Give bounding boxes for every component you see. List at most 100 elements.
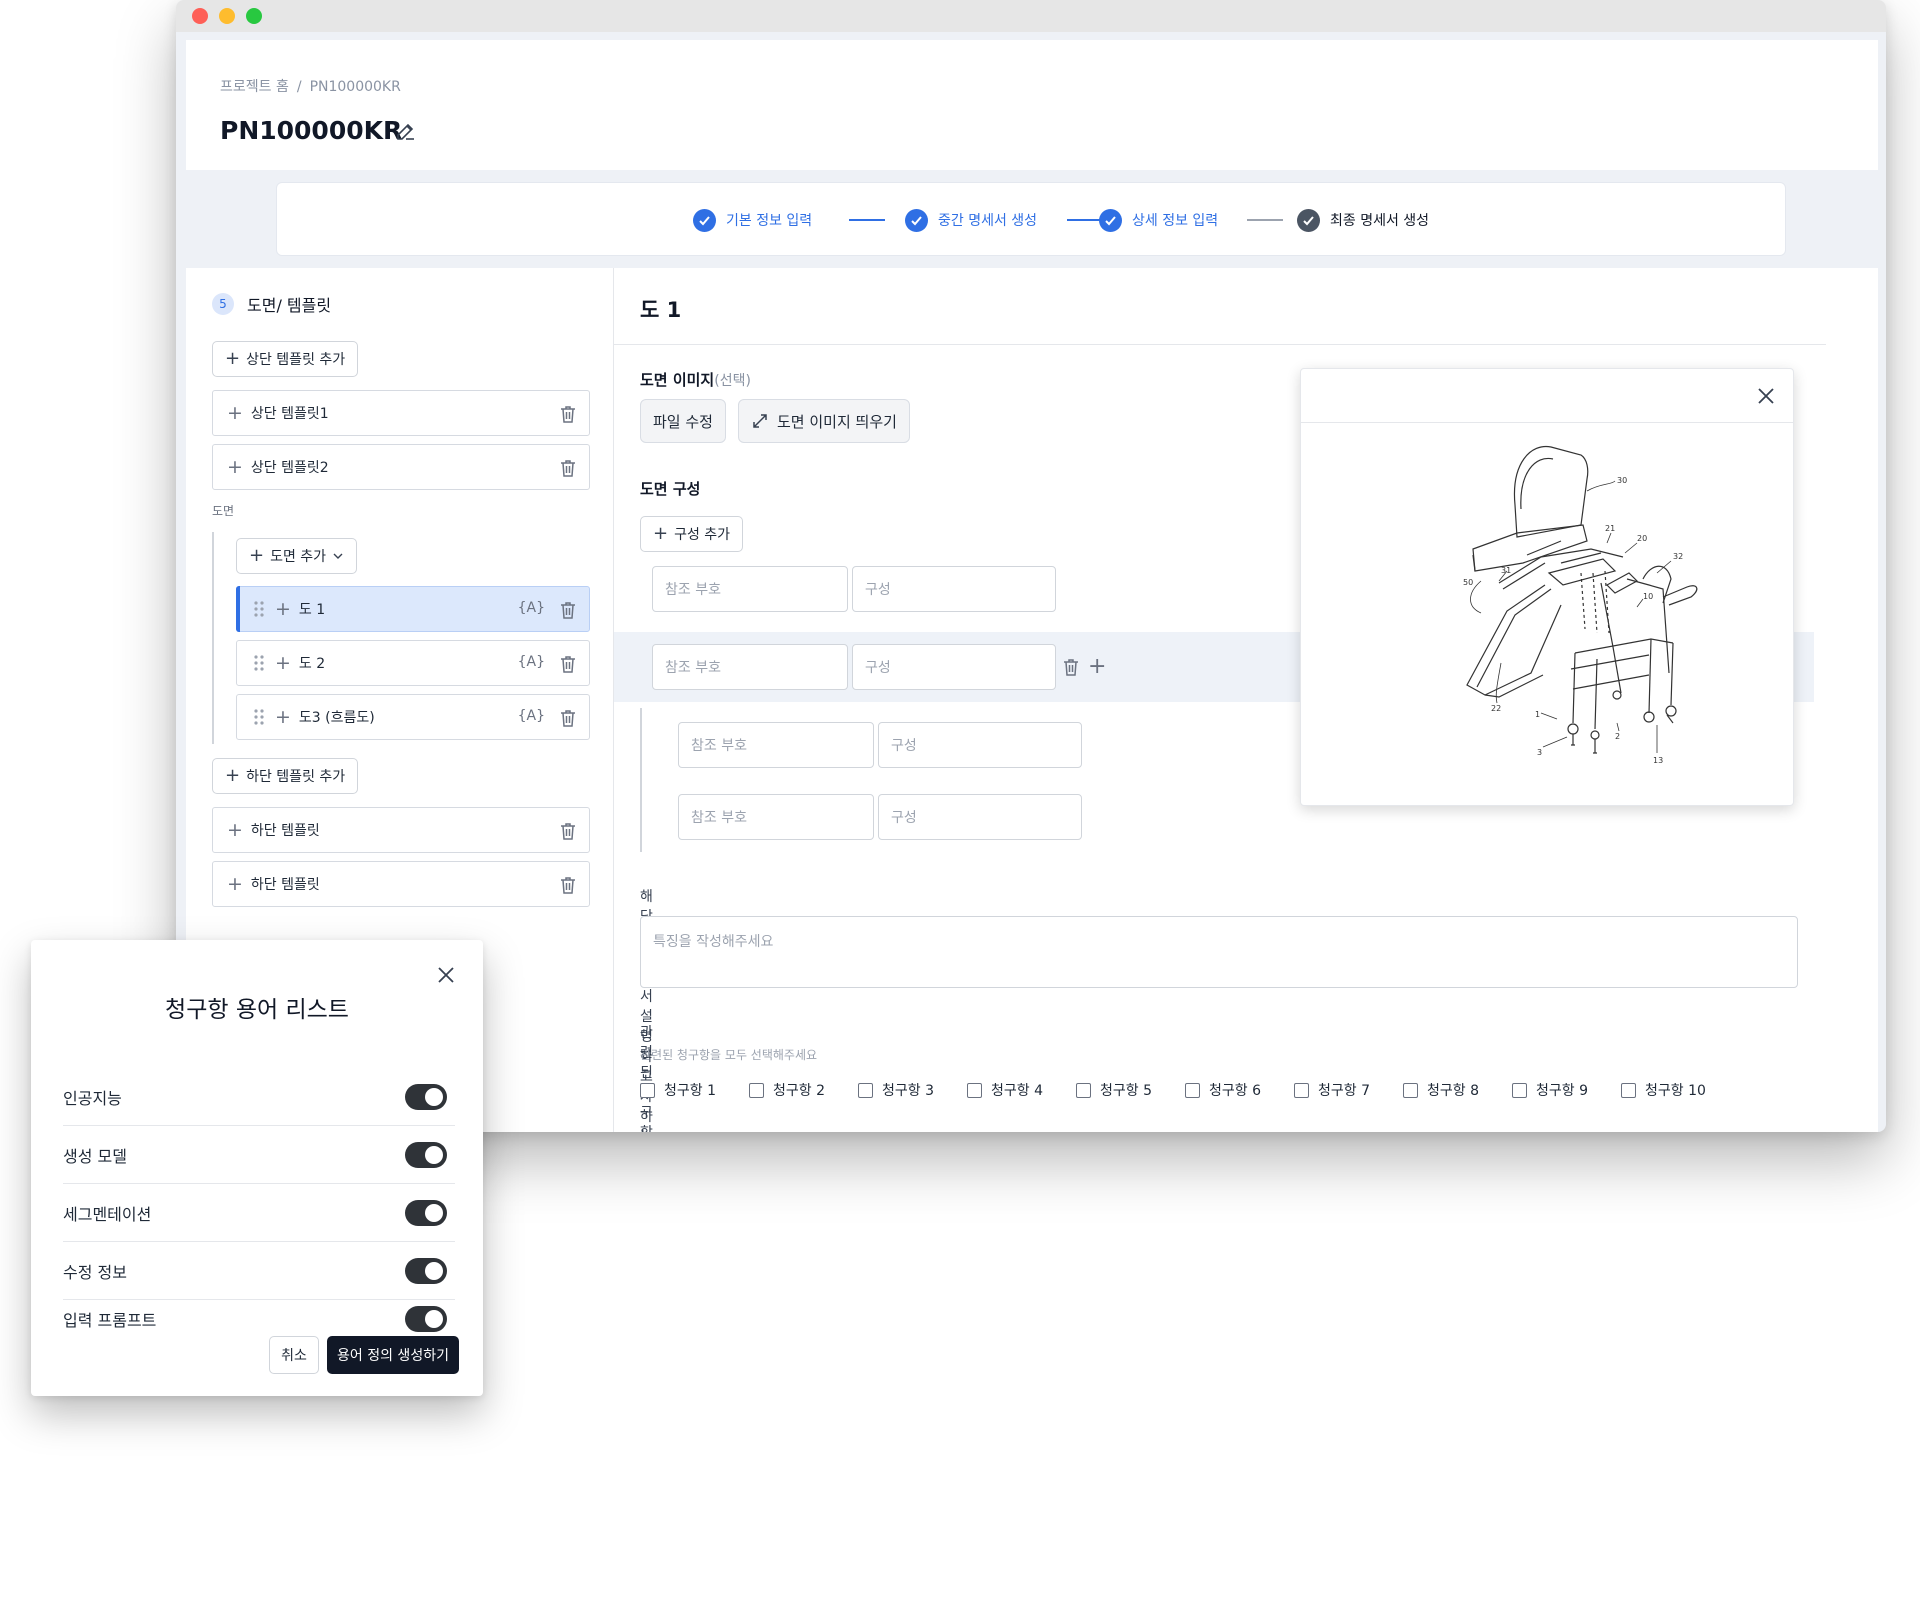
sub-component-input[interactable]: 구성 [878, 722, 1082, 768]
trash-icon[interactable] [559, 708, 577, 728]
add-bottom-template-button[interactable]: + 하단 템플릿 추가 [212, 758, 359, 794]
claims-label: 관련된 청구항 [640, 1025, 653, 1132]
plus-icon: + [653, 523, 669, 544]
step-label: 중간 명세서 생성 [938, 213, 1038, 229]
claims-checkbox-group: 청구항 1 청구항 2 청구항 3 청구항 4 청구항 5 청구항 6 청구항 … [640, 1080, 1739, 1100]
patent-drawing-image: 30 21 20 32 31 50 10 22 1 2 3 13 [1463, 445, 1698, 765]
plus-icon: + [227, 818, 243, 841]
sub-component-input[interactable]: 구성 [878, 794, 1082, 840]
claim-checkbox[interactable]: 청구항 7 [1294, 1080, 1370, 1100]
plus-icon: + [227, 401, 243, 424]
ref-label: 3 [1537, 748, 1542, 757]
step-basic-info[interactable]: 기본 정보 입력 [693, 208, 812, 232]
claim-checkbox[interactable]: 청구항 6 [1185, 1080, 1261, 1100]
trash-icon[interactable] [559, 458, 577, 478]
ref-number-input[interactable]: 참조 부호 [652, 644, 848, 690]
step-detail-info[interactable]: 상세 정보 입력 [1099, 208, 1218, 232]
term-toggle[interactable] [405, 1258, 447, 1284]
step-intermediate-spec[interactable]: 중간 명세서 생성 [905, 208, 1037, 232]
section-number-badge: 5 [212, 293, 234, 315]
trash-icon[interactable] [559, 875, 577, 895]
add-component-button[interactable]: + 구성 추가 [640, 516, 744, 552]
generate-definitions-button[interactable]: 용어 정의 생성하기 [327, 1336, 459, 1374]
claim-label: 청구항 9 [1536, 1083, 1588, 1099]
plus-icon: + [249, 545, 265, 566]
drawing-item[interactable]: + 도 1 {A} [236, 586, 590, 632]
term-row: 세그멘테이션 [63, 1184, 455, 1242]
checkbox-box[interactable] [1621, 1082, 1636, 1098]
ref-label: 30 [1617, 476, 1627, 485]
component-input[interactable]: 구성 [852, 644, 1056, 690]
drawing-item[interactable]: + 도3 (흐름도) {A} [236, 694, 590, 740]
section-title: 도면/ 템플릿 [247, 296, 332, 315]
formula-icon[interactable]: {A} [518, 654, 545, 670]
plus-icon: + [227, 872, 243, 895]
checkbox-box[interactable] [1076, 1082, 1091, 1098]
claim-checkbox[interactable]: 청구항 5 [1076, 1080, 1152, 1100]
checkbox-box[interactable] [1403, 1082, 1418, 1098]
step-final-spec[interactable]: 최종 명세서 생성 [1297, 208, 1429, 232]
claim-checkbox[interactable]: 청구항 1 [640, 1080, 716, 1100]
add-drawing-button[interactable]: + 도면 추가 [236, 538, 358, 574]
claim-label: 청구항 3 [882, 1083, 934, 1099]
checkbox-box[interactable] [1185, 1082, 1200, 1098]
breadcrumb: 프로젝트 홈 / PN100000KR [220, 76, 401, 96]
window-minimize-button[interactable] [219, 8, 235, 24]
step-label: 상세 정보 입력 [1132, 213, 1219, 229]
grip-icon[interactable] [253, 654, 265, 672]
popup-image-button[interactable]: 도면 이미지 띄우기 [738, 399, 910, 443]
ref-number-input[interactable]: 참조 부호 [652, 566, 848, 612]
claim-label: 청구항 10 [1645, 1083, 1706, 1099]
cancel-button[interactable]: 취소 [269, 1336, 319, 1374]
term-toggle[interactable] [405, 1084, 447, 1110]
feature-textarea[interactable]: 특징을 작성해주세요 [640, 916, 1798, 988]
checkbox-box[interactable] [967, 1082, 982, 1098]
trash-icon[interactable] [559, 404, 577, 424]
claim-checkbox[interactable]: 청구항 8 [1403, 1080, 1479, 1100]
claim-checkbox[interactable]: 청구항 9 [1512, 1080, 1588, 1100]
window-zoom-button[interactable] [246, 8, 262, 24]
plus-icon: + [225, 765, 241, 786]
grip-icon[interactable] [253, 708, 265, 726]
top-template-item[interactable]: + 상단 템플릿2 [212, 444, 590, 490]
claim-label: 청구항 2 [773, 1083, 825, 1099]
checkbox-box[interactable] [749, 1082, 764, 1098]
add-sub-component-button[interactable]: + [1088, 656, 1106, 678]
bottom-template-item[interactable]: + 하단 템플릿 [212, 861, 590, 907]
edit-file-button[interactable]: 파일 수정 [640, 399, 726, 443]
bottom-template-item[interactable]: + 하단 템플릿 [212, 807, 590, 853]
claim-checkbox[interactable]: 청구항 3 [858, 1080, 934, 1100]
trash-icon[interactable] [559, 654, 577, 674]
checkbox-box[interactable] [640, 1082, 655, 1098]
top-template-item[interactable]: + 상단 템플릿1 [212, 390, 590, 436]
sub-ref-number-input[interactable]: 참조 부호 [678, 722, 874, 768]
term-toggle[interactable] [405, 1306, 447, 1332]
claim-checkbox[interactable]: 청구항 2 [749, 1080, 825, 1100]
close-icon[interactable] [435, 964, 457, 986]
term-toggle[interactable] [405, 1142, 447, 1168]
checkbox-box[interactable] [1294, 1082, 1309, 1098]
grip-icon[interactable] [253, 600, 265, 618]
edit-file-label: 파일 수정 [653, 412, 713, 431]
breadcrumb-home[interactable]: 프로젝트 홈 [220, 76, 289, 96]
term-toggle[interactable] [405, 1200, 447, 1226]
trash-icon[interactable] [559, 600, 577, 620]
plus-icon: + [275, 705, 291, 728]
formula-icon[interactable]: {A} [518, 600, 545, 616]
trash-icon[interactable] [1062, 657, 1080, 677]
claims-hint: 관련된 청구항을 모두 선택해주세요 [640, 1048, 818, 1062]
trash-icon[interactable] [559, 821, 577, 841]
close-icon[interactable] [1755, 385, 1777, 407]
formula-icon[interactable]: {A} [518, 708, 545, 724]
checkbox-box[interactable] [1512, 1082, 1527, 1098]
sub-ref-number-input[interactable]: 참조 부호 [678, 794, 874, 840]
component-input[interactable]: 구성 [852, 566, 1056, 612]
claim-checkbox[interactable]: 청구항 4 [967, 1080, 1043, 1100]
drawing-label: 도 1 [298, 602, 326, 618]
claim-checkbox[interactable]: 청구항 10 [1621, 1080, 1706, 1100]
drawing-item[interactable]: + 도 2 {A} [236, 640, 590, 686]
add-top-template-button[interactable]: + 상단 템플릿 추가 [212, 341, 359, 377]
window-close-button[interactable] [192, 8, 208, 24]
edit-icon[interactable] [394, 119, 418, 143]
checkbox-box[interactable] [858, 1082, 873, 1098]
